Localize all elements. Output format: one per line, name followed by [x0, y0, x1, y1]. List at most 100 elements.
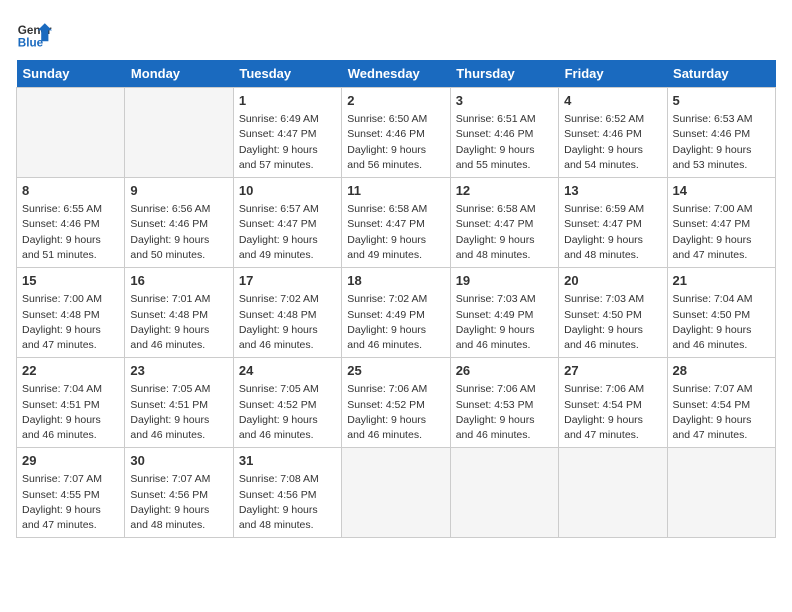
day-cell-9: 9 Sunrise: 6:56 AMSunset: 4:46 PMDayligh… — [125, 178, 233, 268]
day-cell-15: 15 Sunrise: 7:00 AMSunset: 4:48 PMDaylig… — [17, 268, 125, 358]
day-cell-3: 3 Sunrise: 6:51 AMSunset: 4:46 PMDayligh… — [450, 88, 558, 178]
day-cell-27: 27 Sunrise: 7:06 AMSunset: 4:54 PMDaylig… — [559, 358, 667, 448]
day-cell-2: 2 Sunrise: 6:50 AMSunset: 4:46 PMDayligh… — [342, 88, 450, 178]
day-info: Sunrise: 7:03 AMSunset: 4:50 PMDaylight:… — [564, 292, 661, 353]
day-number: 23 — [130, 362, 227, 380]
day-number: 9 — [130, 182, 227, 200]
day-info: Sunrise: 7:06 AMSunset: 4:52 PMDaylight:… — [347, 382, 444, 443]
day-cell-14: 14 Sunrise: 7:00 AMSunset: 4:47 PMDaylig… — [667, 178, 775, 268]
day-number: 2 — [347, 92, 444, 110]
empty-cell — [450, 448, 558, 538]
weekday-header-thursday: Thursday — [450, 60, 558, 88]
day-number: 21 — [673, 272, 770, 290]
day-number: 12 — [456, 182, 553, 200]
week-row-3: 15 Sunrise: 7:00 AMSunset: 4:48 PMDaylig… — [17, 268, 776, 358]
calendar-table: SundayMondayTuesdayWednesdayThursdayFrid… — [16, 60, 776, 538]
day-info: Sunrise: 7:04 AMSunset: 4:51 PMDaylight:… — [22, 382, 119, 443]
day-info: Sunrise: 6:53 AMSunset: 4:46 PMDaylight:… — [673, 112, 770, 173]
day-cell-11: 11 Sunrise: 6:58 AMSunset: 4:47 PMDaylig… — [342, 178, 450, 268]
day-number: 27 — [564, 362, 661, 380]
day-info: Sunrise: 7:01 AMSunset: 4:48 PMDaylight:… — [130, 292, 227, 353]
day-info: Sunrise: 7:02 AMSunset: 4:48 PMDaylight:… — [239, 292, 336, 353]
day-number: 8 — [22, 182, 119, 200]
empty-cell — [125, 88, 233, 178]
day-info: Sunrise: 7:03 AMSunset: 4:49 PMDaylight:… — [456, 292, 553, 353]
week-row-1: 1 Sunrise: 6:49 AMSunset: 4:47 PMDayligh… — [17, 88, 776, 178]
day-info: Sunrise: 6:58 AMSunset: 4:47 PMDaylight:… — [347, 202, 444, 263]
day-cell-28: 28 Sunrise: 7:07 AMSunset: 4:54 PMDaylig… — [667, 358, 775, 448]
day-info: Sunrise: 6:59 AMSunset: 4:47 PMDaylight:… — [564, 202, 661, 263]
day-number: 19 — [456, 272, 553, 290]
day-cell-10: 10 Sunrise: 6:57 AMSunset: 4:47 PMDaylig… — [233, 178, 341, 268]
day-cell-12: 12 Sunrise: 6:58 AMSunset: 4:47 PMDaylig… — [450, 178, 558, 268]
day-cell-19: 19 Sunrise: 7:03 AMSunset: 4:49 PMDaylig… — [450, 268, 558, 358]
day-info: Sunrise: 6:52 AMSunset: 4:46 PMDaylight:… — [564, 112, 661, 173]
day-cell-22: 22 Sunrise: 7:04 AMSunset: 4:51 PMDaylig… — [17, 358, 125, 448]
day-cell-20: 20 Sunrise: 7:03 AMSunset: 4:50 PMDaylig… — [559, 268, 667, 358]
day-info: Sunrise: 7:00 AMSunset: 4:48 PMDaylight:… — [22, 292, 119, 353]
calendar-header-row: SundayMondayTuesdayWednesdayThursdayFrid… — [17, 60, 776, 88]
day-number: 16 — [130, 272, 227, 290]
day-cell-21: 21 Sunrise: 7:04 AMSunset: 4:50 PMDaylig… — [667, 268, 775, 358]
day-info: Sunrise: 7:06 AMSunset: 4:54 PMDaylight:… — [564, 382, 661, 443]
weekday-header-monday: Monday — [125, 60, 233, 88]
page-header: General Blue — [16, 16, 776, 52]
day-cell-26: 26 Sunrise: 7:06 AMSunset: 4:53 PMDaylig… — [450, 358, 558, 448]
day-number: 24 — [239, 362, 336, 380]
day-info: Sunrise: 7:04 AMSunset: 4:50 PMDaylight:… — [673, 292, 770, 353]
day-number: 17 — [239, 272, 336, 290]
day-info: Sunrise: 6:56 AMSunset: 4:46 PMDaylight:… — [130, 202, 227, 263]
weekday-header-tuesday: Tuesday — [233, 60, 341, 88]
day-cell-1: 1 Sunrise: 6:49 AMSunset: 4:47 PMDayligh… — [233, 88, 341, 178]
day-cell-25: 25 Sunrise: 7:06 AMSunset: 4:52 PMDaylig… — [342, 358, 450, 448]
day-cell-29: 29 Sunrise: 7:07 AMSunset: 4:55 PMDaylig… — [17, 448, 125, 538]
day-info: Sunrise: 6:57 AMSunset: 4:47 PMDaylight:… — [239, 202, 336, 263]
day-number: 13 — [564, 182, 661, 200]
day-number: 5 — [673, 92, 770, 110]
day-cell-18: 18 Sunrise: 7:02 AMSunset: 4:49 PMDaylig… — [342, 268, 450, 358]
day-cell-17: 17 Sunrise: 7:02 AMSunset: 4:48 PMDaylig… — [233, 268, 341, 358]
day-info: Sunrise: 7:06 AMSunset: 4:53 PMDaylight:… — [456, 382, 553, 443]
weekday-header-saturday: Saturday — [667, 60, 775, 88]
day-number: 14 — [673, 182, 770, 200]
day-info: Sunrise: 7:07 AMSunset: 4:55 PMDaylight:… — [22, 472, 119, 533]
day-number: 22 — [22, 362, 119, 380]
day-cell-30: 30 Sunrise: 7:07 AMSunset: 4:56 PMDaylig… — [125, 448, 233, 538]
logo-icon: General Blue — [16, 16, 52, 52]
day-info: Sunrise: 6:58 AMSunset: 4:47 PMDaylight:… — [456, 202, 553, 263]
empty-cell — [342, 448, 450, 538]
day-cell-23: 23 Sunrise: 7:05 AMSunset: 4:51 PMDaylig… — [125, 358, 233, 448]
day-info: Sunrise: 7:07 AMSunset: 4:56 PMDaylight:… — [130, 472, 227, 533]
day-number: 31 — [239, 452, 336, 470]
day-number: 11 — [347, 182, 444, 200]
day-info: Sunrise: 6:49 AMSunset: 4:47 PMDaylight:… — [239, 112, 336, 173]
svg-text:Blue: Blue — [18, 37, 44, 50]
weekday-header-friday: Friday — [559, 60, 667, 88]
empty-cell — [17, 88, 125, 178]
day-number: 3 — [456, 92, 553, 110]
logo: General Blue — [16, 16, 52, 52]
weekday-header-wednesday: Wednesday — [342, 60, 450, 88]
day-number: 25 — [347, 362, 444, 380]
day-cell-5: 5 Sunrise: 6:53 AMSunset: 4:46 PMDayligh… — [667, 88, 775, 178]
day-cell-8: 8 Sunrise: 6:55 AMSunset: 4:46 PMDayligh… — [17, 178, 125, 268]
day-info: Sunrise: 7:07 AMSunset: 4:54 PMDaylight:… — [673, 382, 770, 443]
day-number: 28 — [673, 362, 770, 380]
day-cell-16: 16 Sunrise: 7:01 AMSunset: 4:48 PMDaylig… — [125, 268, 233, 358]
day-cell-4: 4 Sunrise: 6:52 AMSunset: 4:46 PMDayligh… — [559, 88, 667, 178]
week-row-4: 22 Sunrise: 7:04 AMSunset: 4:51 PMDaylig… — [17, 358, 776, 448]
day-number: 1 — [239, 92, 336, 110]
empty-cell — [667, 448, 775, 538]
day-number: 26 — [456, 362, 553, 380]
day-info: Sunrise: 6:55 AMSunset: 4:46 PMDaylight:… — [22, 202, 119, 263]
day-info: Sunrise: 7:08 AMSunset: 4:56 PMDaylight:… — [239, 472, 336, 533]
day-info: Sunrise: 6:50 AMSunset: 4:46 PMDaylight:… — [347, 112, 444, 173]
day-number: 20 — [564, 272, 661, 290]
week-row-2: 8 Sunrise: 6:55 AMSunset: 4:46 PMDayligh… — [17, 178, 776, 268]
day-cell-31: 31 Sunrise: 7:08 AMSunset: 4:56 PMDaylig… — [233, 448, 341, 538]
day-info: Sunrise: 7:05 AMSunset: 4:52 PMDaylight:… — [239, 382, 336, 443]
weekday-header-sunday: Sunday — [17, 60, 125, 88]
day-info: Sunrise: 7:00 AMSunset: 4:47 PMDaylight:… — [673, 202, 770, 263]
day-number: 29 — [22, 452, 119, 470]
day-info: Sunrise: 7:05 AMSunset: 4:51 PMDaylight:… — [130, 382, 227, 443]
